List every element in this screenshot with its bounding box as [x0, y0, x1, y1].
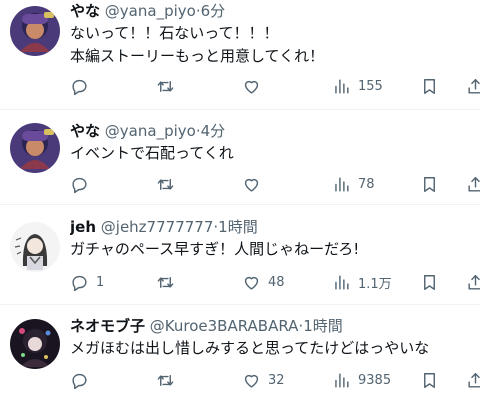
- timestamp[interactable]: 1時間: [303, 317, 343, 335]
- tweet[interactable]: やな @yana_piyo·4分 イベントで石配ってくれ 78: [0, 110, 480, 205]
- tweet-text-line-1: イベントで石配ってくれ: [70, 144, 234, 162]
- user-handle[interactable]: @yana_piyo: [105, 2, 196, 20]
- retweet-button[interactable]: [156, 75, 182, 97]
- reply-button[interactable]: [70, 173, 96, 195]
- retweet-button[interactable]: [156, 173, 182, 195]
- retweet-button[interactable]: [156, 369, 182, 391]
- tweet-text-line-1: メガほむは出し惜しみすると思ってたけどはっやいな: [70, 339, 430, 357]
- display-name[interactable]: jeh: [70, 218, 96, 236]
- views-icon: [335, 176, 349, 192]
- reply-icon: [72, 275, 87, 291]
- tweet-actions: 78: [70, 173, 480, 195]
- share-button[interactable]: [466, 369, 480, 391]
- bookmark-icon: [424, 176, 435, 192]
- bookmark-icon: [424, 78, 435, 94]
- like-button[interactable]: 32: [242, 369, 285, 391]
- like-icon: [244, 178, 259, 192]
- tweet-text-line-1: ないって！！石ないって！！！: [70, 24, 279, 42]
- like-button[interactable]: [242, 173, 268, 195]
- reply-button[interactable]: [70, 75, 96, 97]
- like-button[interactable]: 48: [242, 271, 285, 293]
- user-handle[interactable]: @jehz7777777: [101, 218, 214, 236]
- retweet-icon: [157, 276, 174, 288]
- views-button[interactable]: 78: [332, 173, 375, 195]
- tweet-actions: 32 9385: [70, 369, 480, 391]
- timestamp[interactable]: 1時間: [218, 218, 258, 236]
- view-count: 78: [358, 176, 375, 192]
- views-button[interactable]: 155: [332, 75, 383, 97]
- share-button[interactable]: [466, 75, 480, 97]
- reply-icon: [72, 373, 87, 389]
- view-count: 9385: [358, 372, 392, 388]
- bookmark-button[interactable]: [420, 75, 439, 97]
- user-handle[interactable]: @Kuroe3BARABARA: [150, 317, 299, 335]
- bookmark-button[interactable]: [420, 369, 439, 391]
- user-handle[interactable]: @yana_piyo: [105, 122, 196, 140]
- timestamp[interactable]: 6分: [201, 2, 226, 20]
- tweet[interactable]: やな @yana_piyo·6分 ないって！！石ないって！！！ 本編ストーリーも…: [0, 0, 480, 110]
- avatar[interactable]: [10, 123, 60, 173]
- tweet-text-line-1: ガチャのペース早すぎ！人間じゃねーだろ!: [70, 240, 360, 258]
- reply-icon: [72, 79, 87, 95]
- like-icon: [244, 276, 259, 290]
- tweet-actions: 155: [70, 75, 480, 97]
- view-count: 155: [358, 78, 383, 94]
- views-icon: [335, 372, 349, 388]
- retweet-icon: [157, 80, 174, 92]
- share-icon: [468, 372, 480, 388]
- avatar[interactable]: [10, 319, 60, 369]
- retweet-icon: [157, 374, 174, 386]
- reply-button[interactable]: [70, 369, 96, 391]
- share-icon: [468, 274, 480, 290]
- display-name[interactable]: やな: [70, 2, 100, 20]
- timeline-feed: やな @yana_piyo·6分 ないって！！石ないって！！！ 本編ストーリーも…: [0, 0, 480, 396]
- tweet-text-line-2: 本編ストーリーもっと用意してくれ！: [70, 47, 325, 65]
- retweet-button[interactable]: [156, 271, 182, 293]
- reply-count: 1: [96, 274, 105, 290]
- tweet[interactable]: jeh @jehz7777777·1時間 ガチャのペース早すぎ！人間じゃねーだろ…: [0, 205, 480, 305]
- bookmark-button[interactable]: [420, 271, 439, 293]
- reply-button[interactable]: 1: [70, 271, 104, 293]
- like-button[interactable]: [242, 75, 268, 97]
- share-icon: [468, 78, 480, 94]
- reply-icon: [72, 177, 87, 193]
- views-button[interactable]: 9385: [332, 369, 391, 391]
- share-button[interactable]: [466, 271, 480, 293]
- like-count: 32: [268, 372, 285, 388]
- like-icon: [244, 80, 259, 94]
- display-name[interactable]: ネオモブ子: [70, 317, 145, 335]
- like-icon: [244, 374, 259, 388]
- bookmark-button[interactable]: [420, 173, 439, 195]
- share-icon: [468, 176, 480, 192]
- bookmark-icon: [424, 274, 435, 290]
- retweet-icon: [157, 178, 174, 190]
- timestamp[interactable]: 4分: [201, 122, 226, 140]
- like-count: 48: [268, 274, 285, 290]
- avatar[interactable]: [10, 222, 60, 272]
- views-button[interactable]: 1.1万: [332, 271, 392, 293]
- share-button[interactable]: [466, 173, 480, 195]
- bookmark-icon: [424, 372, 435, 388]
- avatar[interactable]: [10, 6, 60, 56]
- display-name[interactable]: やな: [70, 122, 100, 140]
- tweet[interactable]: ネオモブ子 @Kuroe3BARABARA·1時間 メガほむは出し惜しみすると思…: [0, 305, 480, 396]
- views-icon: [335, 274, 349, 290]
- tweet-actions: 1 48 1.1万: [70, 271, 480, 293]
- views-icon: [335, 78, 349, 94]
- view-count: 1.1万: [358, 276, 392, 292]
